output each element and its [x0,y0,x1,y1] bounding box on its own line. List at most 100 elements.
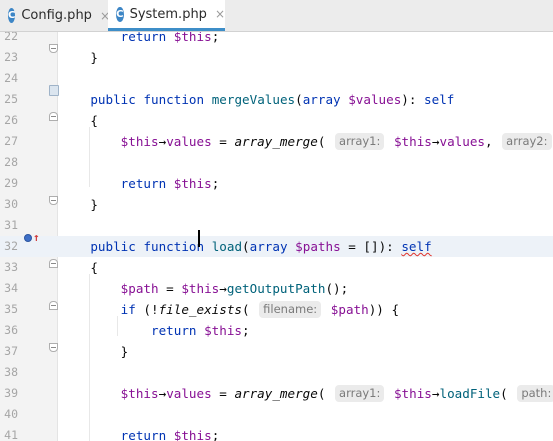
line-number: 32 [4,239,18,253]
php-class-file-icon: C [116,6,124,22]
code-line: 26 { [0,110,553,131]
code-token: $this [173,428,212,441]
code-line: 41 return $this; [0,425,553,441]
code-editor[interactable]: 22 return $this; 23 } 24 25 public function… [0,32,553,441]
collapsed-doc-fold-icon[interactable] [49,85,59,96]
code-token: array [302,92,341,107]
code-token: , [484,134,501,149]
code-line: 37 } [0,341,553,362]
code-token: $this [173,32,212,44]
code-token: if [120,302,136,317]
code-text: } [60,47,98,68]
line-number: 38 [4,365,18,379]
tab-system-php[interactable]: C System.php × [108,0,225,31]
line-number: 23 [4,50,18,64]
fold-marker-icon[interactable] [49,196,58,205]
code-line: 39 $this→values = array_merge( array1: $… [0,383,553,404]
code-text: public function mergeValues(array $value… [60,89,454,110]
code-text: } [60,341,129,362]
code-token: public [90,239,136,254]
line-number: 26 [4,113,18,127]
code-token: $this [393,134,432,149]
indent-guide [89,274,90,441]
code-line: 27 $this→values = array_merge( array1: $… [0,131,553,152]
code-text: } [60,194,98,215]
tab-label: Config.php [21,8,92,23]
code-token: array_merge [234,386,318,401]
code-text: $path = $this→getOutputPath(); [60,278,349,299]
text-caret [198,230,200,247]
code-token: values [166,386,212,401]
code-token: $this [181,281,220,296]
code-text: { [60,110,98,131]
code-line: 24 [0,68,553,89]
code-token: ): [401,92,425,107]
line-number: 31 [4,218,18,232]
code-token: values [166,134,212,149]
parameter-hint: array2: [502,133,552,150]
code-text: return $this; [60,32,220,47]
code-token: array [249,239,288,254]
code-line: 29 return $this; [0,173,553,194]
code-token: ( [242,302,258,317]
code-token: )) { [368,302,400,317]
code-token: → [219,281,227,296]
code-line: 40 [0,404,553,425]
code-token: return [120,32,167,44]
code-line: 28 [0,152,553,173]
code-token: public [90,92,136,107]
code-token: self [401,239,432,254]
line-number: 25 [4,92,18,106]
fold-marker-icon[interactable] [49,259,58,268]
fold-marker-icon[interactable] [49,301,58,310]
code-token: ; [211,32,220,44]
code-token: return [120,176,167,191]
close-icon[interactable]: × [215,7,225,21]
code-text: { [60,257,98,278]
fold-marker-icon[interactable] [49,112,58,121]
php-class-file-icon: C [8,8,16,23]
code-text: $this→values = array_merge( array1: $thi… [60,131,553,152]
overrides-method-icon[interactable] [24,234,32,242]
tab-config-php[interactable]: C Config.php × [8,0,110,31]
code-token: = [158,281,182,296]
code-line: 23 } [0,47,553,68]
line-number: 39 [4,386,18,400]
code-token: ( [317,386,334,401]
code-token: (); [325,281,349,296]
code-token: ( [295,92,303,107]
line-number: 36 [4,323,18,337]
line-number: 35 [4,302,18,316]
tab-label: System.php [129,6,207,22]
line-number: 40 [4,407,18,421]
fold-marker-icon[interactable] [49,343,58,352]
code-line: 25 public function mergeValues(array $va… [0,89,553,110]
fold-marker-icon[interactable] [49,44,58,53]
line-number: 41 [4,428,18,441]
code-token: ( [242,239,250,254]
code-token: = []): [340,239,402,254]
code-token: $values [348,92,402,107]
indent-guide [117,316,118,336]
line-number: 28 [4,155,18,169]
override-arrow-icon[interactable]: ↑ [33,232,40,244]
code-line: 32 public function load(array $paths = [… [0,236,553,257]
code-token: = [211,386,235,401]
code-token: ; [211,176,220,191]
parameter-hint: array1: [335,133,385,150]
line-number: 27 [4,134,18,148]
